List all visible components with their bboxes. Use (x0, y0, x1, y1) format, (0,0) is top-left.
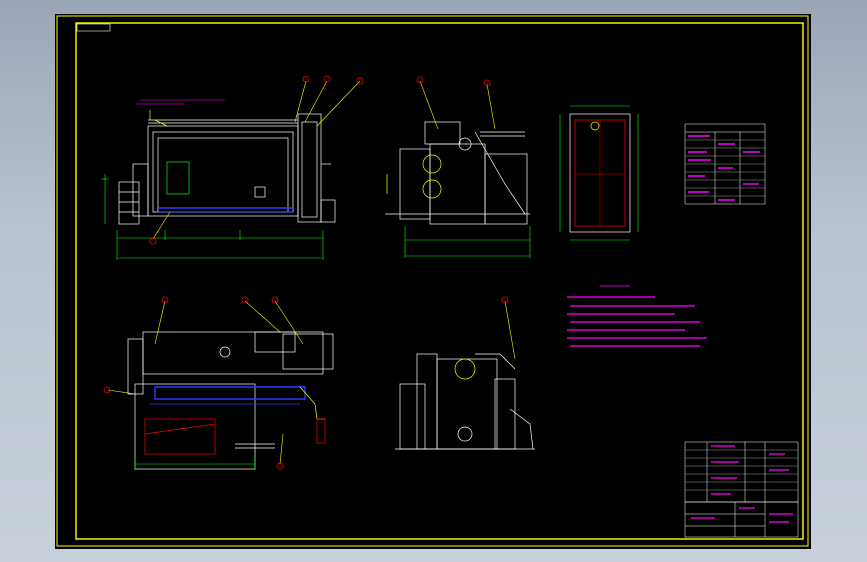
side-elevation-dims (404, 226, 531, 258)
outer-frame (56, 15, 809, 547)
section-view (127, 331, 334, 470)
technical-spec-table (684, 123, 766, 205)
front-leaders (152, 80, 361, 240)
section-view-2 (395, 353, 535, 450)
section-view-dims (134, 458, 256, 470)
plan-view (569, 113, 631, 233)
parts-list-table (684, 441, 799, 503)
inner-frame (75, 22, 804, 540)
side-elevation (385, 121, 530, 225)
side-balloons (416, 76, 491, 87)
drawing-sheet (55, 14, 811, 549)
front-elevation-dims (101, 174, 324, 260)
technical-requirements (567, 285, 707, 347)
title-block (684, 501, 799, 538)
cad-drawing (56, 15, 809, 547)
section-2-leaders (504, 300, 516, 360)
front-elevation (118, 99, 336, 225)
corner-stamp (76, 23, 111, 32)
section-balloons (103, 296, 284, 470)
section-leaders (107, 300, 304, 465)
front-balloons (149, 75, 364, 245)
